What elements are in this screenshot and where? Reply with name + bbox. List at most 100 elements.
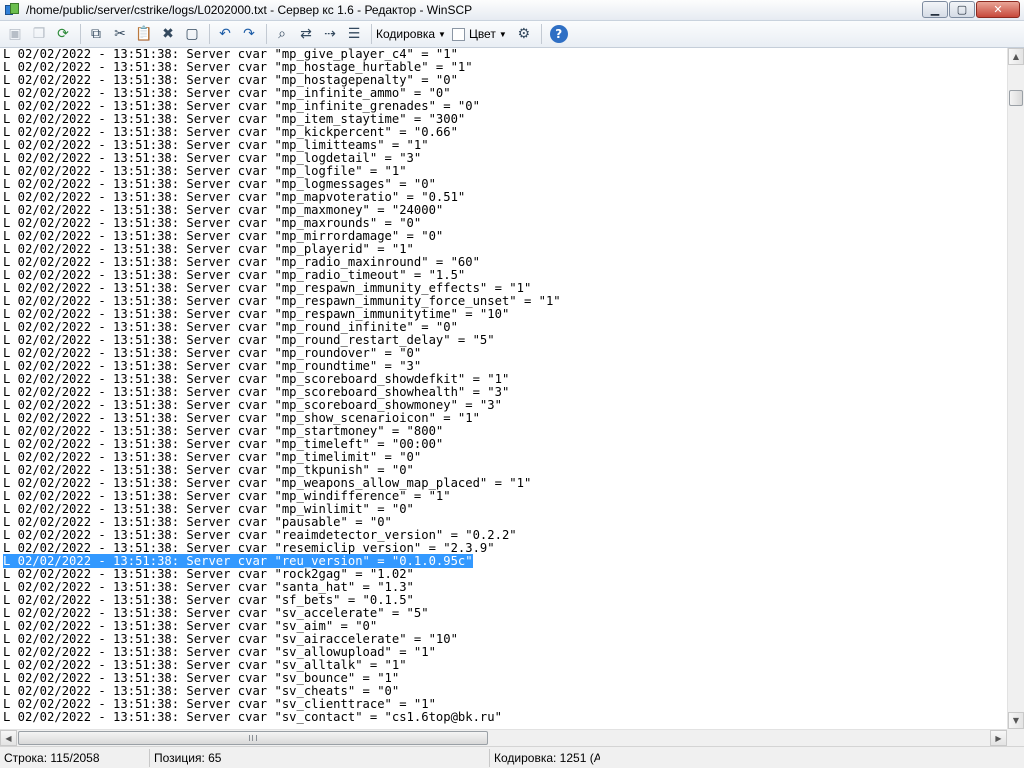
scroll-right-icon[interactable]: ▶ (990, 730, 1007, 746)
title-bar: /home/public/server/cstrike/logs/L020200… (0, 0, 1024, 21)
color-checkbox[interactable] (451, 27, 465, 41)
toolbar-separator (266, 24, 267, 44)
chevron-down-icon: ▼ (438, 29, 446, 39)
editor-line-text: L 02/02/2022 - 13:51:38: Server cvar "mp… (3, 164, 407, 178)
paste-icon[interactable]: 📋 (133, 23, 155, 45)
editor-line-text: L 02/02/2022 - 13:51:38: Server cvar "sf… (3, 593, 414, 607)
editor-line-text: L 02/02/2022 - 13:51:38: Server cvar "mp… (3, 112, 466, 126)
editor-line-text: L 02/02/2022 - 13:51:38: Server cvar "sa… (3, 580, 414, 594)
vertical-scrollbar[interactable]: ▲ ▼ (1007, 48, 1024, 729)
editor-line-text: L 02/02/2022 - 13:51:38: Server cvar "mp… (3, 242, 414, 256)
editor-line-text: L 02/02/2022 - 13:51:38: Server cvar "mp… (3, 385, 510, 399)
editor-line-text: L 02/02/2022 - 13:51:38: Server cvar "mp… (3, 125, 458, 139)
editor-line-text: L 02/02/2022 - 13:51:38: Server cvar "mp… (3, 216, 422, 230)
editor-line-text: L 02/02/2022 - 13:51:38: Server cvar "pa… (3, 515, 392, 529)
editor-line-text: L 02/02/2022 - 13:51:38: Server cvar "sv… (3, 645, 436, 659)
editor-line-text: L 02/02/2022 - 13:51:38: Server cvar "mp… (3, 333, 495, 347)
text-editor[interactable]: L 02/02/2022 - 13:51:38: Server cvar "mp… (0, 48, 1007, 729)
editor-line-text: L 02/02/2022 - 13:51:38: Server cvar "re… (3, 541, 495, 555)
editor-line-text: L 02/02/2022 - 13:51:38: Server cvar "mp… (3, 177, 436, 191)
editor-line-text: L 02/02/2022 - 13:51:38: Server cvar "re… (3, 528, 517, 542)
scroll-up-icon[interactable]: ▲ (1008, 48, 1024, 65)
status-line: Строка: 115/2058 (0, 748, 150, 767)
toolbar-separator (209, 24, 210, 44)
editor-line-text: L 02/02/2022 - 13:51:38: Server cvar "mp… (3, 255, 480, 269)
horizontal-scroll-thumb[interactable] (18, 731, 488, 745)
editor-line-text: L 02/02/2022 - 13:51:38: Server cvar "mp… (3, 398, 502, 412)
editor-line-text: L 02/02/2022 - 13:51:38: Server cvar "mp… (3, 320, 458, 334)
horizontal-scrollbar[interactable]: ◀ ▶ (0, 729, 1007, 746)
editor-line-text: L 02/02/2022 - 13:51:38: Server cvar "mp… (3, 411, 480, 425)
close-button[interactable]: ✕ (976, 1, 1020, 18)
status-encoding: Кодировка: 1251 (ANSI - к (494, 750, 600, 765)
chevron-down-icon: ▼ (498, 29, 507, 39)
editor-line-text: L 02/02/2022 - 13:51:38: Server cvar "mp… (3, 489, 451, 503)
editor-line-text: L 02/02/2022 - 13:51:38: Server cvar "mp… (3, 463, 414, 477)
editor-line-text: L 02/02/2022 - 13:51:38: Server cvar "mp… (3, 203, 444, 217)
editor-line[interactable]: L 02/02/2022 - 13:51:38: Server cvar "sv… (0, 711, 1007, 724)
redo-icon[interactable]: ↷ (238, 23, 260, 45)
editor-line-text: L 02/02/2022 - 13:51:38: Server cvar "mp… (3, 476, 532, 490)
editor-line-text: L 02/02/2022 - 13:51:38: Server cvar "sv… (3, 684, 400, 698)
save-icon[interactable]: ▣ (4, 23, 26, 45)
toolbar-separator (540, 24, 542, 44)
editor-line-text: L 02/02/2022 - 13:51:38: Server cvar "ro… (3, 567, 414, 581)
editor-line-text: L 02/02/2022 - 13:51:38: Server cvar "mp… (3, 60, 473, 74)
editor-line-text: L 02/02/2022 - 13:51:38: Server cvar "sv… (3, 606, 429, 620)
winscp-app-icon (4, 2, 20, 18)
copy-icon[interactable]: ⧉ (85, 23, 107, 45)
editor-line-text: L 02/02/2022 - 13:51:38: Server cvar "mp… (3, 151, 422, 165)
color-label: Цвет (468, 27, 496, 41)
editor-line-text: L 02/02/2022 - 13:51:38: Server cvar "sv… (3, 710, 502, 724)
status-position: Позиция: 65 (150, 748, 490, 767)
editor-line-text: L 02/02/2022 - 13:51:38: Server cvar "sv… (3, 619, 378, 633)
gear-icon[interactable]: ⚙ (513, 23, 535, 45)
editor-line-text: L 02/02/2022 - 13:51:38: Server cvar "mp… (3, 307, 510, 321)
editor-line-text: L 02/02/2022 - 13:51:38: Server cvar "mp… (3, 190, 466, 204)
editor-line-text: L 02/02/2022 - 13:51:38: Server cvar "mp… (3, 424, 444, 438)
encoding-dropdown[interactable]: Кодировка ▼ (376, 27, 446, 41)
reload-icon[interactable]: ⟳ (52, 23, 74, 45)
editor-line-text: L 02/02/2022 - 13:51:38: Server cvar "sv… (3, 671, 400, 685)
go-to-line-icon[interactable]: ☰ (343, 23, 365, 45)
grip-icon (249, 735, 257, 741)
editor-line-text: L 02/02/2022 - 13:51:38: Server cvar "mp… (3, 346, 422, 360)
editor-line-text: L 02/02/2022 - 13:51:38: Server cvar "mp… (3, 73, 458, 87)
save-as-icon[interactable]: ❐ (28, 23, 50, 45)
color-dropdown[interactable]: Цвет ▼ (451, 27, 507, 41)
replace-icon[interactable]: ⇄ (295, 23, 317, 45)
editor-line-text: L 02/02/2022 - 13:51:38: Server cvar "mp… (3, 138, 429, 152)
editor-line-text: L 02/02/2022 - 13:51:38: Server cvar "sv… (3, 697, 436, 711)
editor-line-text: L 02/02/2022 - 13:51:38: Server cvar "re… (3, 554, 473, 568)
scrollbar-corner (1007, 729, 1024, 746)
encoding-label: Кодировка (376, 27, 436, 41)
scroll-left-icon[interactable]: ◀ (0, 730, 17, 746)
find-icon[interactable]: ⌕ (271, 23, 293, 45)
editor-line-text: L 02/02/2022 - 13:51:38: Server cvar "mp… (3, 99, 480, 113)
toolbar-separator (80, 24, 81, 44)
editor-toolbar: ▣ ❐ ⟳ ⧉ ✂ 📋 ✖ ▢ ↶ ↷ ⌕ ⇄ ⇢ ☰ Кодировка ▼ … (0, 21, 1024, 48)
editor-line-text: L 02/02/2022 - 13:51:38: Server cvar "mp… (3, 372, 510, 386)
vertical-scroll-thumb[interactable] (1009, 90, 1023, 106)
find-next-icon[interactable]: ⇢ (319, 23, 341, 45)
editor-line-text: L 02/02/2022 - 13:51:38: Server cvar "sv… (3, 658, 407, 672)
status-bar: Строка: 115/2058 Позиция: 65 Кодировка: … (0, 746, 1024, 768)
minimize-button[interactable]: ▁ (922, 1, 948, 18)
editor-line-text: L 02/02/2022 - 13:51:38: Server cvar "mp… (3, 281, 532, 295)
editor-line-text: L 02/02/2022 - 13:51:38: Server cvar "mp… (3, 268, 466, 282)
window-title: /home/public/server/cstrike/logs/L020200… (26, 3, 473, 17)
editor-line-text: L 02/02/2022 - 13:51:38: Server cvar "mp… (3, 294, 561, 308)
cut-icon[interactable]: ✂ (109, 23, 131, 45)
window-controls: ▁ ▢ ✕ (921, 1, 1020, 18)
maximize-button[interactable]: ▢ (949, 1, 975, 18)
editor-line-text: L 02/02/2022 - 13:51:38: Server cvar "sv… (3, 632, 458, 646)
editor-line-text: L 02/02/2022 - 13:51:38: Server cvar "mp… (3, 359, 422, 373)
select-all-icon[interactable]: ▢ (181, 23, 203, 45)
scroll-down-icon[interactable]: ▼ (1008, 712, 1024, 729)
undo-icon[interactable]: ↶ (214, 23, 236, 45)
help-icon[interactable]: ? (549, 25, 568, 43)
editor-line-text: L 02/02/2022 - 13:51:38: Server cvar "mp… (3, 86, 451, 100)
editor-line-text: L 02/02/2022 - 13:51:38: Server cvar "mp… (3, 229, 444, 243)
delete-icon[interactable]: ✖ (157, 23, 179, 45)
editor-line-text: L 02/02/2022 - 13:51:38: Server cvar "mp… (3, 437, 444, 451)
